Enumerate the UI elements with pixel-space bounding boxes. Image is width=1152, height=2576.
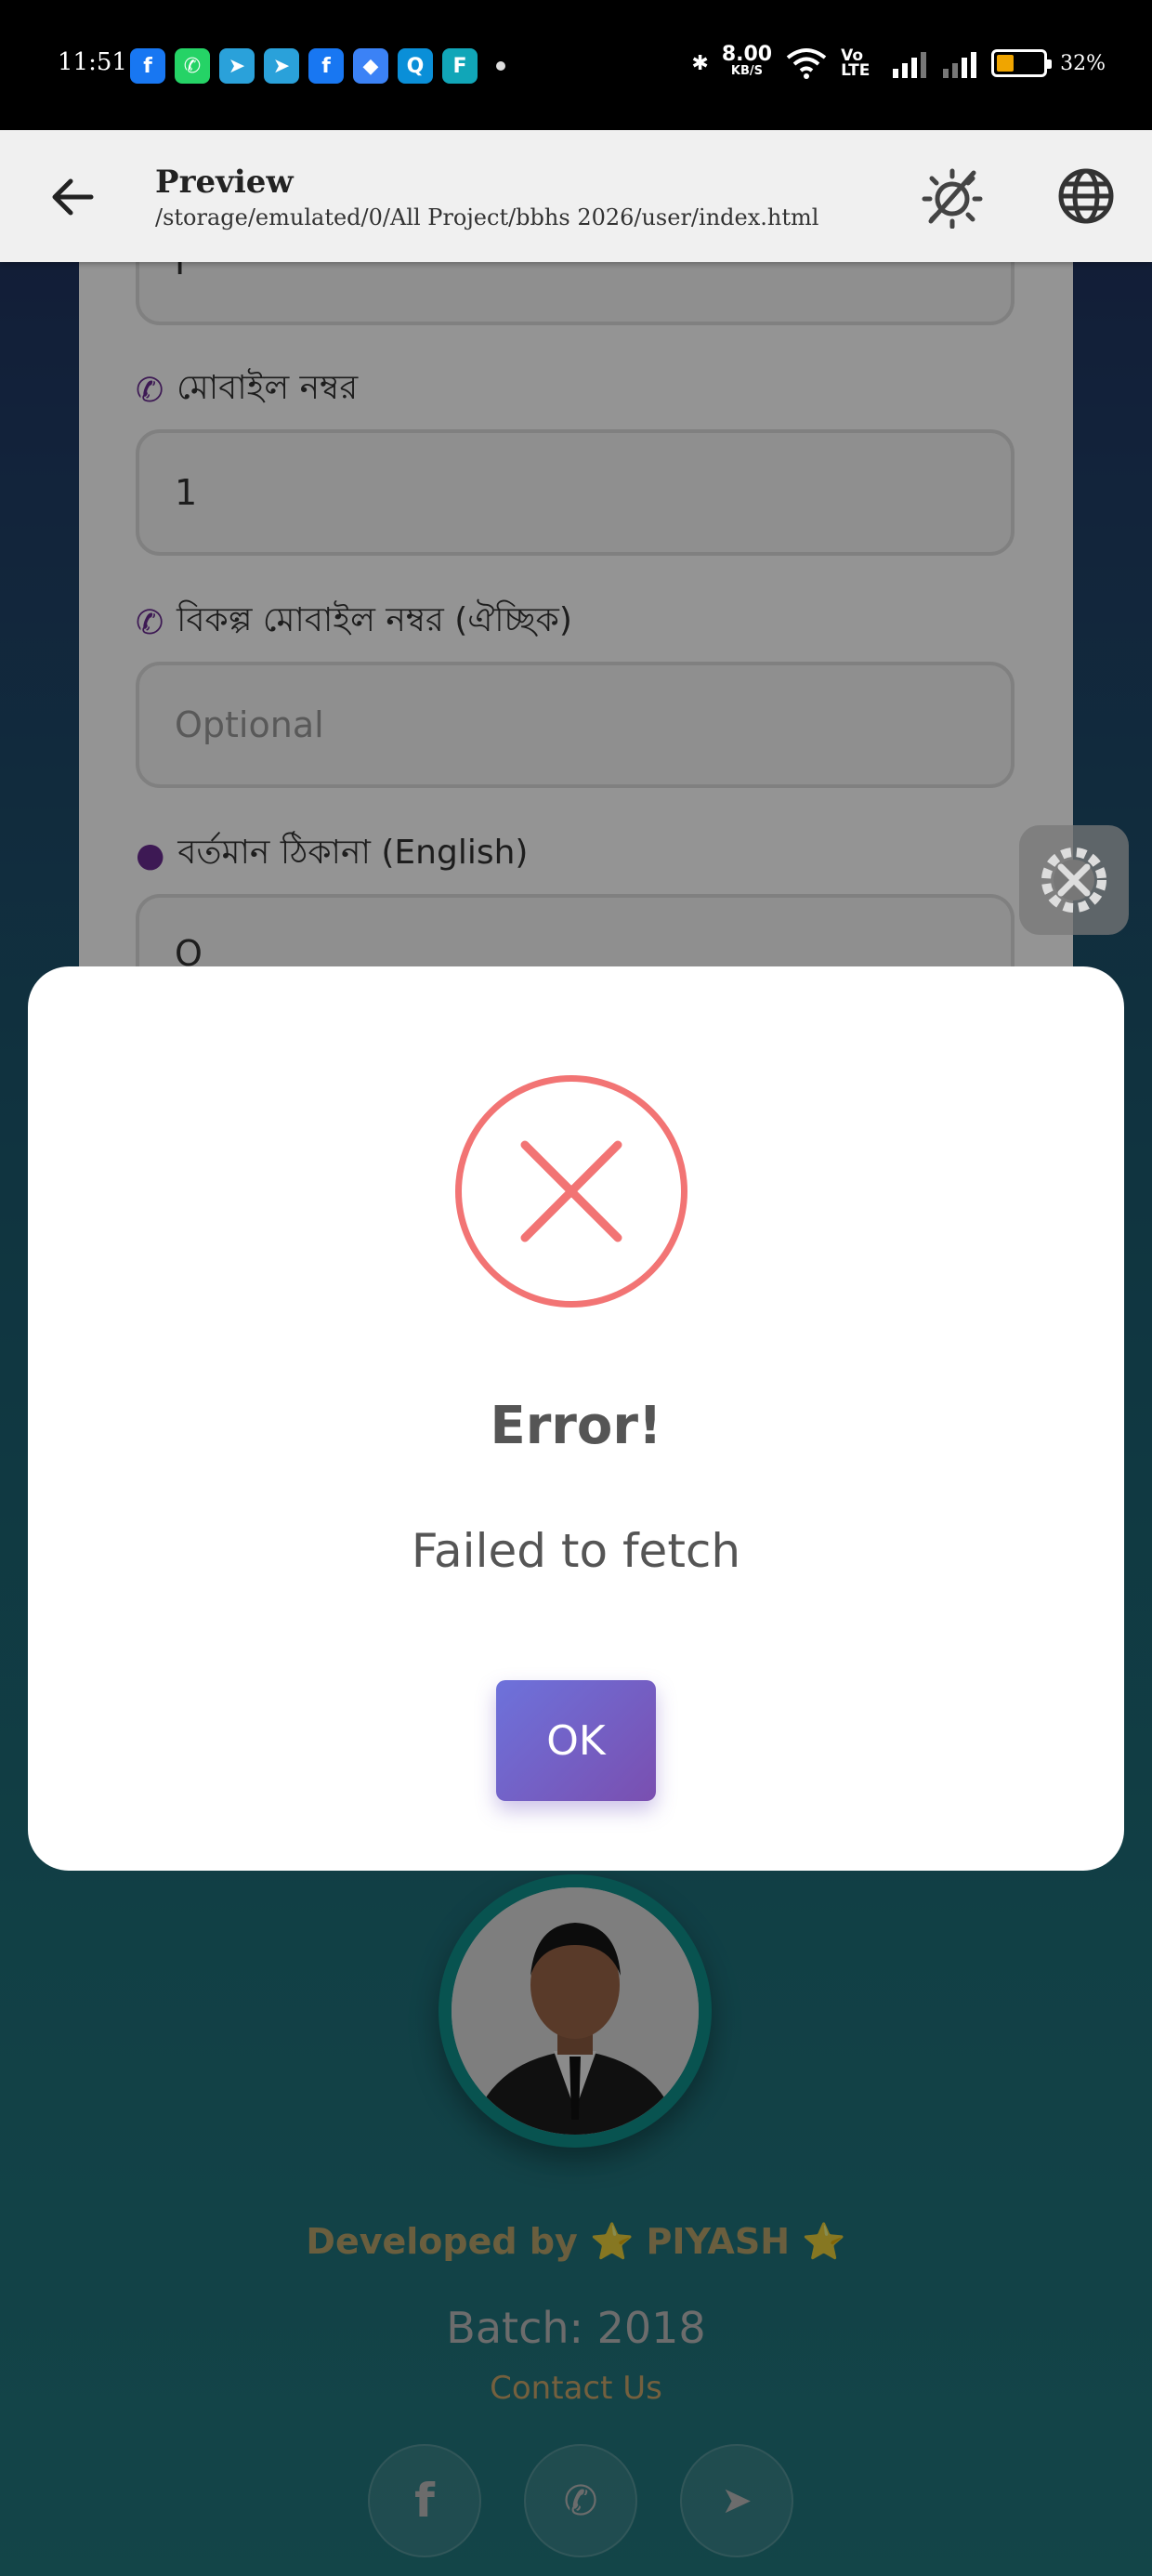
back-arrow-icon[interactable] <box>45 169 100 225</box>
dialog-title: Error! <box>490 1396 662 1456</box>
wifi-icon <box>786 48 827 79</box>
bluetooth-icon: ✱ <box>691 51 709 75</box>
notification-icons: f ✆ ➤ ➤ f ◆ Q F <box>130 48 505 84</box>
file-path: /storage/emulated/0/All Project/bbhs 202… <box>155 204 819 230</box>
app-bar-title: Preview <box>155 164 294 201</box>
globe-icon[interactable] <box>1055 165 1117 227</box>
settings-button[interactable] <box>1019 825 1129 935</box>
telegram-icon: ➤ <box>219 48 255 84</box>
search-app-icon: Q <box>398 48 433 84</box>
status-time: 11:51 <box>58 48 127 76</box>
telegram-icon: ➤ <box>264 48 299 84</box>
error-dialog: Error! Failed to fetch OK <box>28 966 1124 1871</box>
battery-percent: 32% <box>1060 51 1106 75</box>
network-speed: 8.00 KB/S <box>721 43 773 79</box>
ok-button[interactable]: OK <box>496 1680 656 1801</box>
error-x-icon <box>455 1075 687 1308</box>
whatsapp-icon: ✆ <box>175 48 210 84</box>
app-icon: ◆ <box>353 48 388 84</box>
signal-icon <box>943 52 977 78</box>
facebook-icon: f <box>308 48 344 84</box>
battery-icon <box>991 49 1053 77</box>
status-bar: 11:51 f ✆ ➤ ➤ f ◆ Q F ✱ 8.00 KB/S Vo LTE … <box>0 0 1152 130</box>
facebook-icon: f <box>130 48 165 84</box>
app-bar: Preview /storage/emulated/0/All Project/… <box>0 130 1152 262</box>
more-notifications-dot <box>496 61 505 71</box>
volte-indicator: Vo LTE <box>841 46 871 80</box>
app-icon: F <box>442 48 478 84</box>
theme-toggle-icon[interactable] <box>920 164 985 229</box>
dialog-message: Failed to fetch <box>411 1524 741 1578</box>
tools-gear-icon <box>1041 848 1106 913</box>
status-right: ✱ 8.00 KB/S Vo LTE 32% <box>691 43 1106 80</box>
signal-icon <box>893 52 927 78</box>
